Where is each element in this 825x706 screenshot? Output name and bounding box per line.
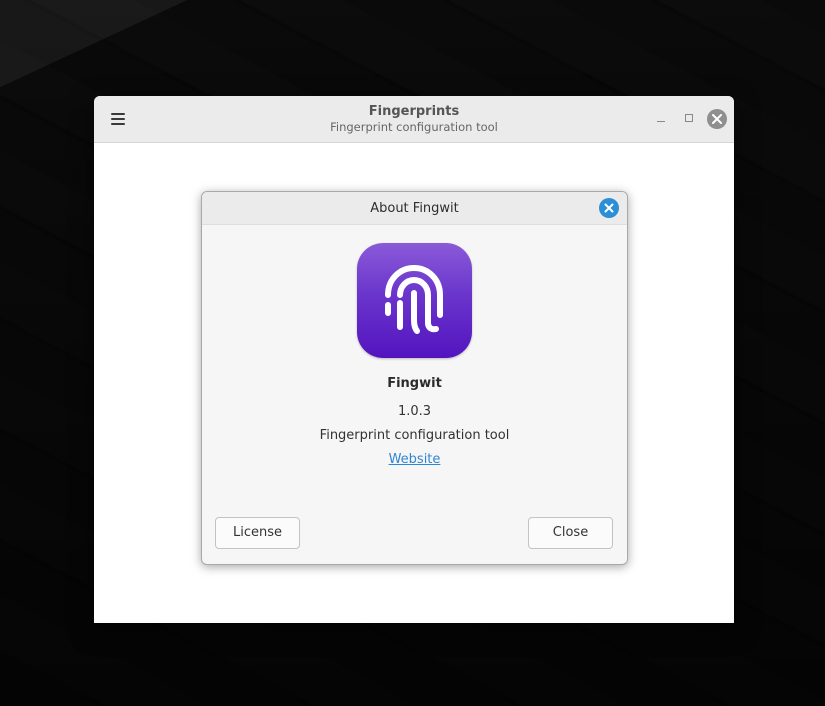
dialog-header: About Fingwit bbox=[202, 192, 627, 225]
about-dialog: About Fingwit Fingwit 1.0.3 Fingerprint … bbox=[201, 191, 628, 565]
window-titlebar: Fingerprints Fingerprint configuration t… bbox=[94, 96, 734, 143]
app-name: Fingwit bbox=[387, 376, 442, 391]
app-version: 1.0.3 bbox=[397, 404, 432, 419]
close-button[interactable]: Close bbox=[528, 517, 613, 549]
dialog-close-icon[interactable] bbox=[599, 198, 619, 218]
website-link-container: Website bbox=[202, 452, 627, 467]
dialog-title: About Fingwit bbox=[370, 201, 459, 216]
maximize-icon[interactable] bbox=[680, 110, 698, 128]
window-title-block: Fingerprints Fingerprint configuration t… bbox=[94, 104, 734, 135]
window-subtitle: Fingerprint configuration tool bbox=[330, 120, 498, 134]
window-close-icon[interactable] bbox=[707, 109, 727, 129]
minimize-icon[interactable] bbox=[652, 110, 670, 128]
website-link[interactable]: Website bbox=[389, 452, 441, 467]
window-title: Fingerprints bbox=[368, 104, 460, 119]
fingerprint-icon bbox=[357, 243, 472, 358]
app-description: Fingerprint configuration tool bbox=[319, 428, 510, 443]
license-button[interactable]: License bbox=[215, 517, 300, 549]
